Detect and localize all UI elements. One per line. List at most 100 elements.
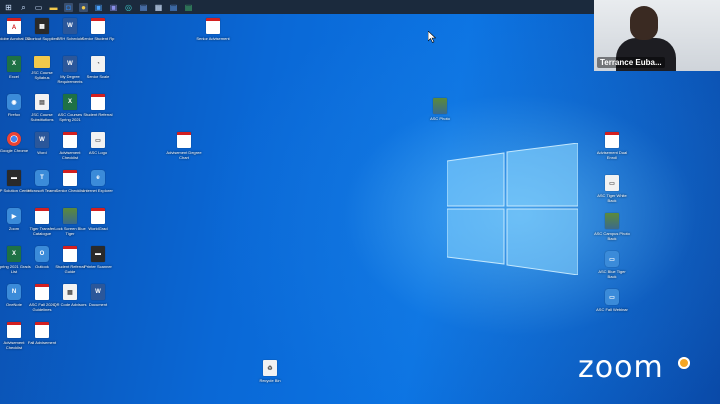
pdf-file-icon: [7, 322, 21, 338]
desktop-icon[interactable]: Senior Advisement: [195, 18, 231, 41]
pdf-file-icon: [206, 18, 220, 34]
white-file-icon: ▤: [35, 94, 49, 110]
desktop-icon[interactable]: Advisement Degree Chart: [166, 132, 202, 160]
desktop-icon[interactable]: W Document: [80, 284, 116, 307]
desktop-icon[interactable]: WorldGrad: [80, 208, 116, 231]
app-file-icon: T: [35, 170, 49, 186]
participant-name: Terrance Euba...: [597, 57, 665, 68]
windows-logo-wallpaper: [447, 143, 578, 275]
desktop-icon-label: ASC Photo: [430, 116, 450, 121]
app-file-icon: e: [91, 170, 105, 186]
app-file-icon: ◉: [7, 94, 21, 110]
desktop-icon[interactable]: ▭ ASC Blue Tiger Back: [594, 251, 630, 279]
desktop-icon[interactable]: ▬ Printer Scanner: [80, 246, 116, 269]
excel-icon[interactable]: ▤: [184, 3, 193, 12]
pdf-file-icon: [35, 322, 49, 338]
desktop-icon[interactable]: Fall Advisement: [24, 322, 60, 345]
windows-icon[interactable]: ⊞: [4, 3, 13, 12]
desktop-icon-label: Printer Scanner: [84, 264, 112, 269]
app-file-icon: ▭: [605, 289, 619, 305]
desktop-icon-label: ASC Campus Photo Back: [594, 231, 630, 241]
desktop-icon-label: Fall Advisement: [27, 340, 57, 345]
pdf-file-icon: A: [7, 18, 21, 34]
calculator-icon[interactable]: ▦: [154, 3, 163, 12]
desktop-icon-label: ASC Logo: [88, 150, 108, 155]
app-file-icon: ▶: [7, 208, 21, 224]
pdf-file-icon: [91, 94, 105, 110]
desktop-icon-label: Internet Explorer: [83, 188, 113, 193]
word-file-icon: W: [63, 56, 77, 72]
participant-head: [630, 6, 658, 40]
desktop-icon-label: ASC Blue Tiger Back: [598, 269, 626, 279]
desktop-icon[interactable]: ASC Photo: [422, 98, 458, 121]
dark-file-icon: ▬: [7, 170, 21, 186]
desktop-icon[interactable]: ♻ Recycle Bin: [252, 360, 288, 383]
white-file-icon: ▭: [91, 132, 105, 148]
zoom-logo: zoom: [578, 350, 664, 385]
folder-file-icon: [34, 56, 50, 68]
img-file-icon: [605, 213, 619, 229]
mouse-cursor-icon: [428, 31, 436, 43]
desktop-icon-label: WorldGrad: [88, 226, 108, 231]
pdf-file-icon: [91, 208, 105, 224]
desktop-icon-label: ASC Fall Webinar: [596, 307, 628, 312]
desktop-icon-label: Senior Scale: [86, 74, 110, 79]
desktop-icon[interactable]: ▭ ASC Tiger White Back: [594, 175, 630, 203]
white-file-icon: ♻: [263, 360, 277, 376]
participant-video-tile[interactable]: Terrance Euba...: [594, 0, 720, 71]
desktop-icon[interactable]: ▭ ASC Logo: [80, 132, 116, 155]
zoom-icon[interactable]: ▣: [94, 3, 103, 12]
pdf-file-icon: [63, 170, 77, 186]
edge-icon[interactable]: ◎: [124, 3, 133, 12]
desktop-icon-label: Senior Student Rp: [81, 36, 115, 41]
desktop-icon[interactable]: ASC Campus Photo Back: [594, 213, 630, 241]
pdf-file-icon: [63, 246, 77, 262]
excel-file-icon: X: [63, 94, 77, 110]
desktop-icon[interactable]: Student Referral: [80, 94, 116, 117]
dark-file-icon: ▬: [91, 246, 105, 262]
desktop-icon-label: Recycle Bin: [259, 378, 281, 383]
pdf-file-icon: [91, 18, 105, 34]
desktop[interactable]: ⊞ ⌕ ▭ ▬ ◘ ● ▣ ▣ ◎ ▤ ▦ ▤ ▤ A Adobe Acrobat…: [0, 0, 720, 404]
app-file-icon: ▭: [605, 251, 619, 267]
excel-file-icon: X: [7, 246, 21, 262]
teams-icon[interactable]: ▣: [109, 3, 118, 12]
word-file-icon: W: [91, 284, 105, 300]
word-icon[interactable]: ▤: [139, 3, 148, 12]
white-file-icon: ▦: [63, 284, 77, 300]
img-file-icon: [63, 208, 77, 224]
outlook-icon[interactable]: ◘: [64, 2, 73, 12]
chrome-file-icon: [7, 132, 21, 146]
desktop-icon[interactable]: e Internet Explorer: [80, 170, 116, 193]
search-icon[interactable]: ⌕: [19, 3, 28, 12]
app-file-icon: N: [7, 284, 21, 300]
pdf-file-icon: [605, 132, 619, 148]
desktop-icon-label: Advisement Dual Enroll: [596, 150, 628, 160]
white-file-icon: ▭: [605, 175, 619, 191]
pdf-file-icon: [35, 208, 49, 224]
pdf-file-icon: [63, 132, 77, 148]
desktop-icon[interactable]: Senior Student Rp: [80, 18, 116, 41]
desktop-icon-label: ASC Tiger White Back: [597, 193, 627, 203]
dark-file-icon: ▦: [35, 18, 49, 34]
desktop-icon[interactable]: ▭ ASC Fall Webinar: [594, 289, 630, 312]
desktop-icon-label: Advisement Degree Chart: [166, 150, 202, 160]
desktop-icon-label: Student Referral: [83, 112, 113, 117]
excel-file-icon: X: [7, 56, 21, 72]
white-file-icon: ◔: [91, 56, 105, 72]
desktop-icon[interactable]: Advisement Dual Enroll: [594, 132, 630, 160]
task-view-icon[interactable]: ▭: [34, 3, 43, 12]
pdf-file-icon: [177, 132, 191, 148]
img-file-icon: [433, 98, 447, 114]
desktop-icon-label: Senior Advisement: [196, 36, 230, 41]
word-file-icon: W: [63, 18, 77, 34]
files-icon[interactable]: ▤: [169, 3, 178, 12]
pdf-file-icon: [35, 284, 49, 300]
desktop-icon[interactable]: ◔ Senior Scale: [80, 56, 116, 79]
chrome-icon[interactable]: ●: [79, 2, 88, 12]
app-file-icon: O: [35, 246, 49, 262]
file-explorer-icon[interactable]: ▬: [49, 3, 58, 12]
word-file-icon: W: [35, 132, 49, 148]
zoom-recording-dot-icon: [678, 357, 690, 369]
desktop-icon-label: Document: [88, 302, 108, 307]
